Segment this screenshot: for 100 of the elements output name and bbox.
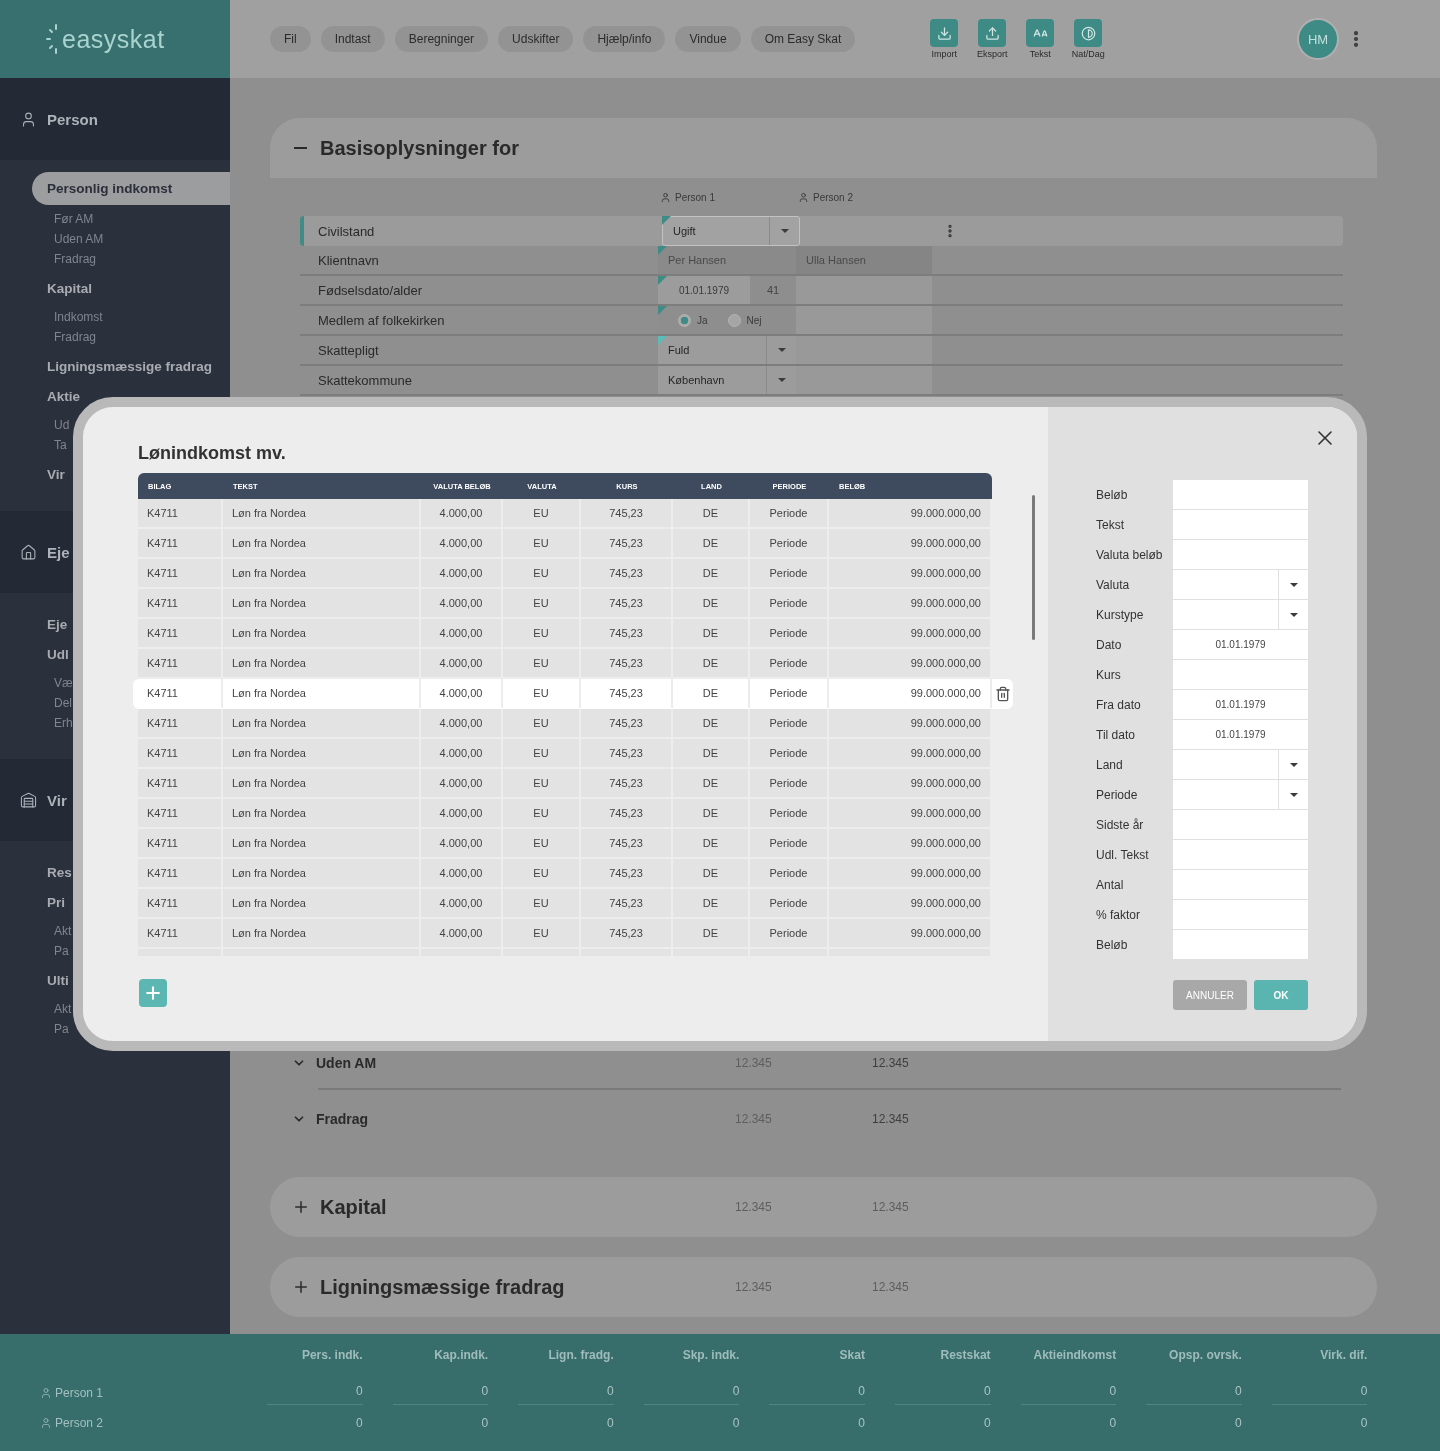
table-row[interactable]: K4711 Løn fra Nordea 4.000,00 EU 745,23 DE Periode 99.000.000,00 <box>133 739 1013 769</box>
date-field[interactable]: 01.01.1979 <box>1173 690 1308 720</box>
sidebar-item[interactable]: Personlig indkomst <box>32 172 230 205</box>
table-row[interactable]: K4711 Løn fra Nordea 4.000,00 EU 745,23 DE Periode 99.000.000,00 <box>133 679 1013 709</box>
sidebar-section[interactable]: Person <box>0 78 230 160</box>
table-row[interactable]: K4711 Løn fra Nordea 4.000,00 EU 745,23 DE Periode 99.000.000,00 <box>133 649 1013 679</box>
scrollbar[interactable] <box>1032 495 1035 640</box>
input-field[interactable] <box>1173 480 1308 510</box>
summary-value: 0 <box>354 1415 363 1432</box>
table-row[interactable]: K4711 Løn fra Nordea 4.000,00 EU 745,23 DE Periode 99.000.000,00 <box>133 859 1013 889</box>
person-icon <box>660 191 671 203</box>
date-field[interactable]: 01.01.1979 <box>1173 630 1308 660</box>
table-row[interactable]: K4711 Løn fra Nordea 4.000,00 EU 745,23 DE Periode 99.000.000,00 <box>133 889 1013 919</box>
toolbar-button[interactable]: Tekst <box>1016 19 1065 59</box>
sidebar-subitem[interactable]: Fradrag <box>54 327 97 347</box>
user-avatar[interactable]: HM <box>1297 18 1339 60</box>
sidebar-subitem[interactable]: Før AM <box>54 209 94 229</box>
sidebar-subitem[interactable]: Akt <box>54 999 72 1019</box>
input-field[interactable] <box>1173 840 1308 870</box>
table-row[interactable]: K4711 Løn fra Nordea 4.000,00 EU 745,23 DE Periode 99.000.000,00 <box>133 769 1013 799</box>
field-label: Fra dato <box>1096 697 1142 714</box>
table-cell: 745,23 <box>581 529 673 559</box>
table-row[interactable]: K4711 Løn fra Nordea 4.000,00 EU 745,23 DE Periode 99.000.000,00 <box>133 589 1013 619</box>
input-field[interactable] <box>1173 930 1308 960</box>
form-row[interactable]: Civilstand Ugift <box>300 216 1343 246</box>
section-header[interactable]: Basisoplysninger for <box>270 118 1377 178</box>
menu-button[interactable]: Vindue <box>675 26 741 52</box>
section-card[interactable]: Kapital 12.345 12.345 <box>270 1177 1377 1237</box>
menu-button[interactable]: Hjælp/info <box>583 26 666 52</box>
input-field[interactable] <box>1173 870 1308 900</box>
table-cell: Løn fra Nordea <box>223 709 421 739</box>
menu-button[interactable]: Om Easy Skat <box>750 26 856 52</box>
menu-button[interactable]: Indtast <box>320 26 385 52</box>
table-cell: EU <box>503 769 581 799</box>
sidebar-subitem[interactable]: Indkomst <box>54 307 103 327</box>
column-header: Restskat <box>939 1348 991 1364</box>
sidebar-subitem[interactable]: Uden AM <box>54 229 104 249</box>
sidebar-subitem[interactable]: Ud <box>54 415 70 435</box>
menu-button[interactable]: Udskifter <box>498 26 574 52</box>
table-row[interactable]: K4711 Løn fra Nordea 4.000,00 EU 745,23 DE Periode 99.000.000,00 <box>133 499 1013 529</box>
sidebar-item[interactable]: Ligningsmæssige fradrag <box>47 357 230 377</box>
sidebar-subitem[interactable]: Fradrag <box>54 249 97 269</box>
table-cell: K4711 <box>138 769 223 799</box>
form-row[interactable]: Skattepligt Fuld <box>300 336 1343 366</box>
column-header: Lign. fradg. <box>547 1348 614 1364</box>
form-row[interactable]: Fødselsdato/alder 01.01.1979 41 <box>300 276 1343 306</box>
select-field[interactable] <box>1173 750 1308 780</box>
table-row[interactable]: K4711 Løn fra Nordea 4.000,00 EU 745,23 DE Periode 99.000.000,00 <box>133 919 1013 949</box>
table-cell: Periode <box>750 589 829 619</box>
toolbar-button[interactable]: Eksport <box>968 19 1017 59</box>
section-title: Fradrag <box>316 1111 369 1127</box>
form-row[interactable]: Skattekommune København <box>300 366 1343 396</box>
table-row[interactable]: K4711 Løn fra Nordea 4.000,00 EU 745,23 DE Periode 99.000.000,00 <box>133 619 1013 649</box>
table-cell: K4711 <box>138 799 223 829</box>
form-row[interactable]: Medlem af folkekirken Ja Nej <box>300 306 1343 336</box>
section-card[interactable]: Ligningsmæssige fradrag 12.345 12.345 <box>270 1257 1377 1317</box>
table-cell: EU <box>503 709 581 739</box>
sidebar-subitem[interactable]: Del <box>54 693 72 713</box>
table-row[interactable]: K4711 Løn fra Nordea 4.000,00 EU 745,23 DE Periode 99.000.000,00 <box>133 709 1013 739</box>
section-value: 12.345 <box>872 1056 910 1070</box>
field-label: Antal <box>1096 877 1125 894</box>
sidebar-subitem[interactable]: Væ <box>54 673 73 693</box>
menu-button[interactable]: Fil <box>270 26 311 52</box>
toolbar-button[interactable]: Import <box>920 19 969 59</box>
sidebar-item[interactable]: Kapital <box>47 279 230 299</box>
add-button[interactable] <box>139 979 167 1007</box>
field-label: Periode <box>1096 787 1139 804</box>
input-field[interactable] <box>1173 540 1308 570</box>
summary-value: 0 <box>982 1415 991 1432</box>
input-field[interactable] <box>1173 900 1308 930</box>
date-field[interactable]: 01.01.1979 <box>1173 720 1308 750</box>
table-cell: EU <box>503 589 581 619</box>
sidebar-subitem[interactable]: Erh <box>54 713 73 733</box>
section-title: Eje <box>47 543 70 561</box>
sidebar-subitem[interactable]: Akt <box>54 921 72 941</box>
table-row[interactable]: K4711 Løn fra Nordea 4.000,00 EU 745,23 DE Periode 99.000.000,00 <box>133 559 1013 589</box>
column-header: Skp. indk. <box>681 1348 740 1364</box>
select-field[interactable] <box>1173 570 1308 600</box>
select-field[interactable] <box>1173 780 1308 810</box>
table-row[interactable]: K4711 Løn fra Nordea 4.000,00 EU 745,23 DE Periode 99.000.000,00 <box>133 529 1013 559</box>
select-field[interactable] <box>1173 600 1308 630</box>
table-row[interactable]: K4711 Løn fra Nordea 4.000,00 EU 745,23 DE Periode 99.000.000,00 <box>133 829 1013 859</box>
table-row[interactable]: K4711 Løn fra Nordea 4.000,00 EU 745,23 DE Periode 99.000.000,00 <box>133 799 1013 829</box>
input-field[interactable] <box>1173 510 1308 540</box>
sidebar-subitem[interactable]: Ta <box>54 435 67 455</box>
table-cell: 745,23 <box>581 889 673 919</box>
radio-button[interactable] <box>727 313 741 327</box>
toolbar-button[interactable]: Nat/Dag <box>1064 19 1113 59</box>
select-field[interactable]: Ugift <box>662 216 800 246</box>
table-cell: 4.000,00 <box>421 649 503 679</box>
input-field[interactable] <box>1173 660 1308 690</box>
table-cell: 99.000.000,00 <box>829 709 992 739</box>
input-field[interactable] <box>1173 810 1308 840</box>
radio-button[interactable] <box>678 313 691 327</box>
form-row[interactable]: Klientnavn Per Hansen Ulla Hansen <box>300 246 1343 276</box>
delete-icon[interactable] <box>994 686 1011 702</box>
table-cell: DE <box>673 619 750 649</box>
sidebar-subitem[interactable]: Pa <box>54 941 69 961</box>
sidebar-subitem[interactable]: Pa <box>54 1019 69 1039</box>
menu-button[interactable]: Beregninger <box>394 26 489 52</box>
